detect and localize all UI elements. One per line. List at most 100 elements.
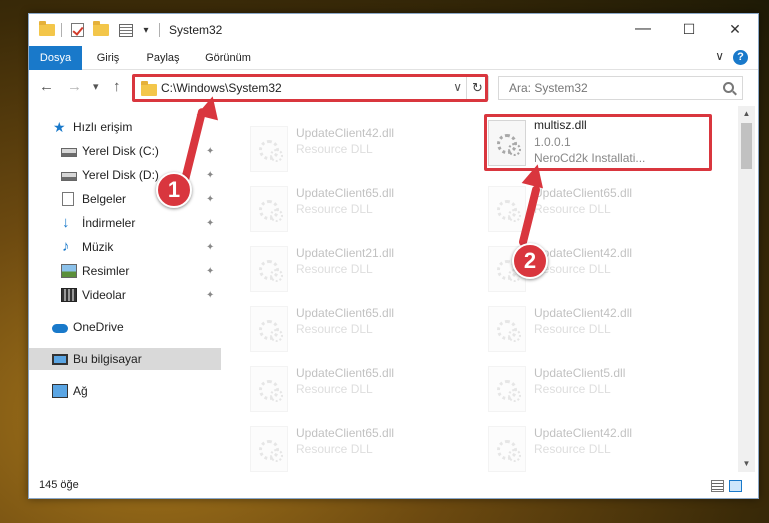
scroll-thumb[interactable]: [741, 123, 752, 169]
pin-icon[interactable]: ✦: [206, 242, 214, 253]
pin-icon[interactable]: ✦: [206, 146, 214, 157]
sidebar-item-label: İndirmeler: [82, 216, 136, 230]
file-name: UpdateClient42.dll: [534, 246, 633, 260]
sidebar-item-music[interactable]: ♪ Müzik ✦: [29, 236, 221, 258]
file-item[interactable]: UpdateClient65.dll Resource DLL: [222, 416, 452, 472]
dll-file-icon: [250, 126, 288, 172]
details-view-icon[interactable]: [711, 480, 724, 492]
file-description: Resource DLL: [534, 322, 611, 336]
sidebar-item-label: Bu bilgisayar: [73, 352, 142, 366]
file-item[interactable]: UpdateClient65.dll Resource DLL: [222, 176, 452, 232]
file-item[interactable]: UpdateClient42.dll Resource DLL: [222, 116, 452, 172]
music-icon: ♪: [62, 238, 70, 255]
video-icon: [61, 288, 77, 302]
file-description: Resource DLL: [534, 382, 611, 396]
drive-icon: [61, 148, 77, 157]
pictures-icon: [61, 264, 77, 278]
file-description: Resource DLL: [296, 382, 373, 396]
maximize-button[interactable]: ☐: [666, 14, 712, 44]
window-title: System32: [169, 23, 223, 37]
file-description: Resource DLL: [296, 262, 373, 276]
file-item[interactable]: UpdateClient5.dll Resource DLL: [460, 356, 690, 412]
tab-share[interactable]: Paylaş: [139, 46, 187, 70]
title-bar: ▾ System32 — ☐ ✕: [29, 14, 758, 46]
ribbon-tabs: Dosya Giriş Paylaş Görünüm ∨ ?: [29, 46, 758, 70]
network-icon: [52, 384, 68, 398]
sidebar-item-label: Belgeler: [82, 192, 127, 206]
tab-view[interactable]: Görünüm: [197, 46, 259, 70]
minimize-button[interactable]: —: [620, 14, 666, 44]
pin-icon[interactable]: ✦: [206, 266, 214, 277]
file-item[interactable]: UpdateClient42.dll Resource DLL: [460, 416, 690, 472]
up-button[interactable]: ↑: [113, 78, 121, 95]
file-item[interactable]: UpdateClient42.dll Resource DLL: [460, 236, 690, 292]
file-item[interactable]: UpdateClient65.dll Resource DLL: [222, 356, 452, 412]
close-button[interactable]: ✕: [712, 14, 758, 44]
sidebar-item-label: Yerel Disk (C:): [82, 144, 159, 158]
large-icons-view-icon[interactable]: [729, 480, 742, 492]
scroll-up-icon[interactable]: ▲: [738, 106, 755, 122]
dll-file-icon: [250, 426, 288, 472]
download-icon: ↓: [62, 214, 70, 231]
computer-icon: [52, 353, 68, 365]
sidebar-item-videos[interactable]: Videolar ✦: [29, 284, 221, 306]
new-folder-icon[interactable]: [91, 21, 111, 39]
sidebar-item-label: Resimler: [82, 264, 130, 278]
search-placeholder: Ara: System32: [509, 81, 588, 95]
file-item[interactable]: UpdateClient21.dll Resource DLL: [222, 236, 452, 292]
annotation-badge-1: 1: [156, 172, 192, 208]
file-name: UpdateClient5.dll: [534, 366, 626, 380]
star-icon: ★: [53, 119, 66, 135]
ribbon-collapse-icon[interactable]: ∨: [715, 49, 724, 63]
sidebar-item-pictures[interactable]: Resimler ✦: [29, 260, 221, 282]
sidebar-item-documents[interactable]: Belgeler ✦: [29, 188, 221, 210]
sidebar-item-label: Müzik: [82, 240, 114, 254]
sidebar-item-onedrive[interactable]: OneDrive: [29, 316, 221, 338]
customize-icon[interactable]: [115, 21, 137, 39]
file-description: Resource DLL: [534, 202, 611, 216]
file-description: Resource DLL: [296, 442, 373, 456]
pin-icon[interactable]: ✦: [206, 218, 214, 229]
file-description: Resource DLL: [296, 142, 373, 156]
sidebar-item-label: Videolar: [82, 288, 126, 302]
file-name: UpdateClient65.dll: [296, 426, 395, 440]
scroll-down-icon[interactable]: ▼: [738, 456, 755, 472]
tab-file[interactable]: Dosya: [29, 46, 82, 70]
dll-file-icon: [488, 426, 526, 472]
file-item[interactable]: UpdateClient65.dll Resource DLL: [222, 296, 452, 352]
tab-home[interactable]: Giriş: [87, 46, 129, 70]
sidebar-item-downloads[interactable]: ↓ İndirmeler ✦: [29, 212, 221, 234]
search-icon[interactable]: [723, 82, 734, 93]
file-description: Resource DLL: [296, 322, 373, 336]
sidebar-item-network[interactable]: Ağ: [29, 380, 221, 402]
dll-file-icon: [250, 306, 288, 352]
help-icon[interactable]: ?: [733, 50, 748, 65]
file-description: Resource DLL: [296, 202, 373, 216]
quick-access-dropdown-icon[interactable]: ▾: [139, 21, 153, 39]
file-name: UpdateClient65.dll: [296, 306, 395, 320]
pin-icon[interactable]: ✦: [206, 170, 214, 181]
forward-button[interactable]: →: [67, 78, 82, 95]
drive-icon: [61, 172, 77, 181]
file-item[interactable]: UpdateClient42.dll Resource DLL: [460, 296, 690, 352]
back-button[interactable]: ←: [39, 78, 54, 95]
file-name: UpdateClient65.dll: [296, 366, 395, 380]
file-name: UpdateClient42.dll: [534, 426, 633, 440]
file-highlight-box: [484, 114, 712, 171]
sidebar-item-label: Ağ: [73, 384, 88, 398]
dll-file-icon: [488, 186, 526, 232]
search-box[interactable]: Ara: System32: [498, 76, 743, 100]
sidebar-item-this-pc[interactable]: Bu bilgisayar: [29, 348, 221, 370]
recent-locations-button[interactable]: ▾: [93, 80, 99, 93]
dll-file-icon: [488, 366, 526, 412]
folder-icon: [37, 21, 57, 39]
vertical-scrollbar[interactable]: ▲ ▼: [738, 106, 755, 472]
file-item[interactable]: UpdateClient65.dll Resource DLL: [460, 176, 690, 232]
pin-icon[interactable]: ✦: [206, 194, 214, 205]
file-description: Resource DLL: [534, 442, 611, 456]
file-name: UpdateClient65.dll: [534, 186, 633, 200]
properties-check-icon[interactable]: [67, 21, 87, 39]
dll-file-icon: [250, 246, 288, 292]
pin-icon[interactable]: ✦: [206, 290, 214, 301]
separator: [61, 23, 62, 37]
